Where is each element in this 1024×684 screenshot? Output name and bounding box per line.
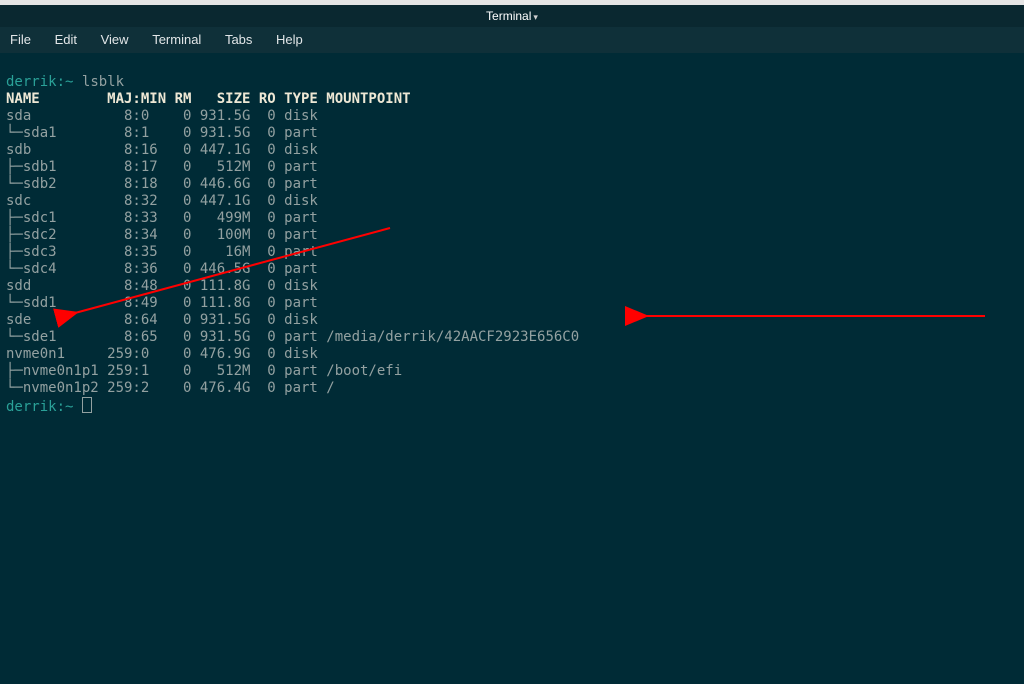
title-text: Terminal	[486, 9, 531, 23]
menu-help[interactable]: Help	[266, 27, 313, 53]
cursor	[82, 397, 92, 413]
menu-terminal[interactable]: Terminal	[142, 27, 211, 53]
menu-file[interactable]: File	[0, 27, 41, 53]
title-bar[interactable]: Terminal▾	[0, 5, 1024, 27]
menu-bar: File Edit View Terminal Tabs Help	[0, 27, 1024, 53]
lsblk-header: NAME MAJ:MIN RM SIZE RO TYPE MOUNTPOINT	[6, 91, 411, 107]
prompt: derrik:~	[6, 74, 73, 90]
lsblk-output: sda 8:0 0 931.5G 0 disk └─sda1 8:1 0 931…	[6, 108, 579, 396]
menu-tabs[interactable]: Tabs	[215, 27, 262, 53]
menu-view[interactable]: View	[91, 27, 139, 53]
menu-edit[interactable]: Edit	[45, 27, 87, 53]
prompt: derrik:~	[6, 399, 73, 415]
command-text: lsblk	[82, 74, 124, 90]
terminal-window: Terminal▾ File Edit View Terminal Tabs H…	[0, 5, 1024, 684]
terminal-body[interactable]: derrik:~ lsblk NAME MAJ:MIN RM SIZE RO T…	[0, 53, 1024, 684]
dropdown-icon: ▾	[533, 12, 538, 22]
